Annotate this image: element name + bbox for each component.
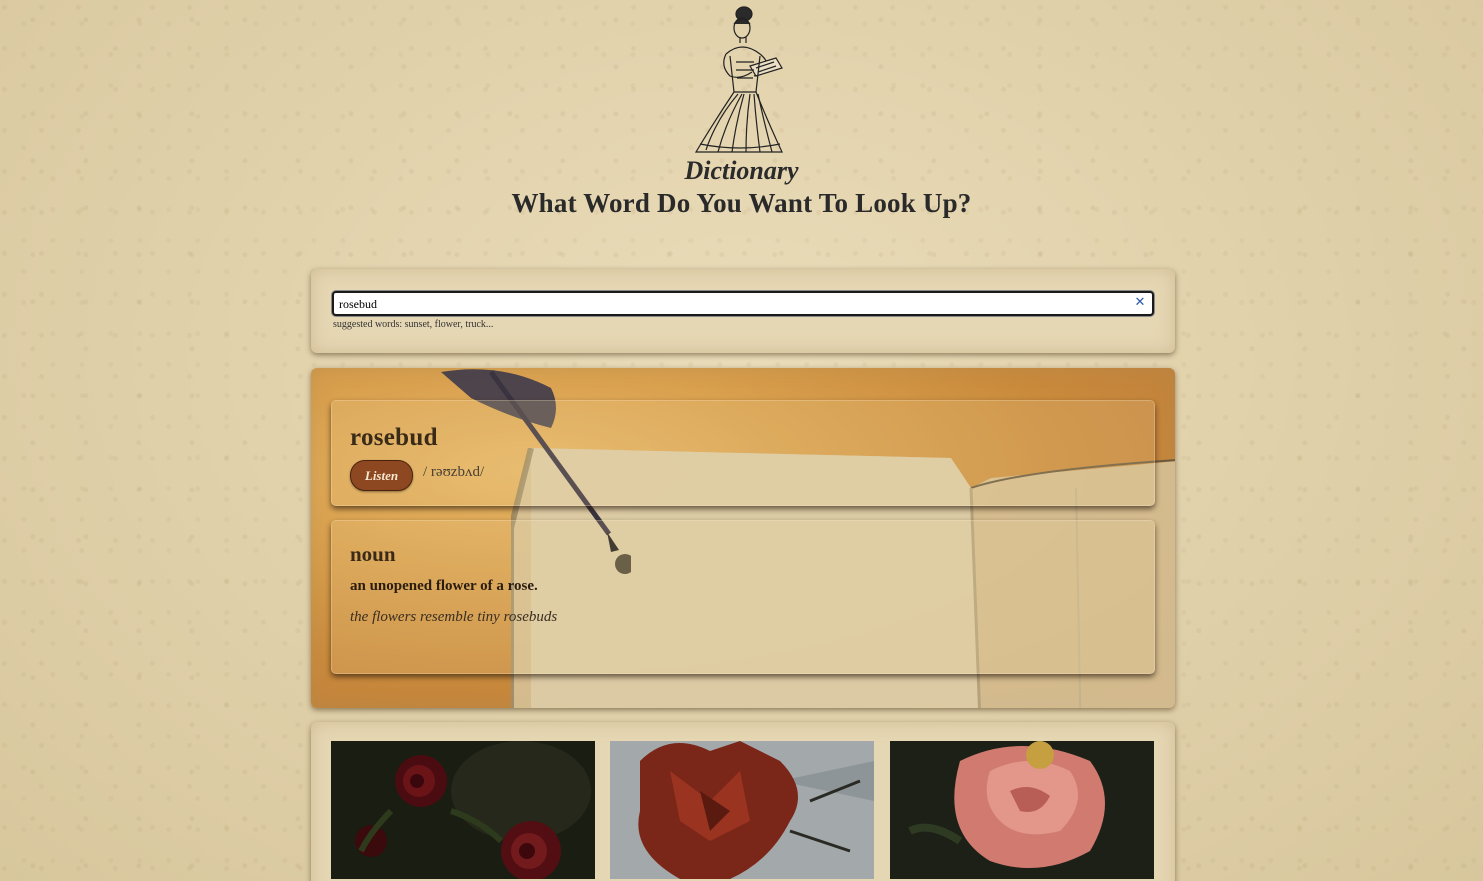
part-of-speech: noun [350, 542, 396, 566]
meaning-card: noun an unopened flower of a rose. the f… [331, 520, 1155, 674]
definition-panel: rosebud Listen / rəʊzbʌd/ noun an unopen… [311, 368, 1175, 708]
image-gallery [311, 722, 1175, 881]
search-input[interactable] [339, 295, 1119, 313]
search-panel: ✕ suggested words: sunset, flower, truck… [311, 269, 1175, 353]
word-card: rosebud Listen / rəʊzbʌd/ [331, 400, 1155, 506]
example-text: the flowers resemble tiny rosebuds [350, 609, 558, 625]
gallery-image-red-rose[interactable] [610, 741, 874, 879]
reading-lady-icon [694, 6, 783, 153]
definition-text: an unopened flower of a rose. [350, 578, 538, 594]
suggestion-hint: suggested words: sunset, flower, truck..… [333, 319, 494, 330]
gallery-image-pink-rose[interactable] [890, 741, 1154, 879]
listen-button[interactable]: Listen [350, 460, 413, 491]
phonetic-text: / rəʊzbʌd/ [423, 464, 485, 480]
gallery-image-dark-red-rose[interactable] [331, 741, 595, 879]
word-heading: rosebud [350, 424, 438, 451]
app-title: Dictionary [684, 156, 799, 185]
search-field[interactable]: ✕ [332, 291, 1154, 316]
page-heading: What Word Do You Want To Look Up? [511, 188, 972, 218]
close-icon[interactable]: ✕ [1134, 296, 1146, 309]
